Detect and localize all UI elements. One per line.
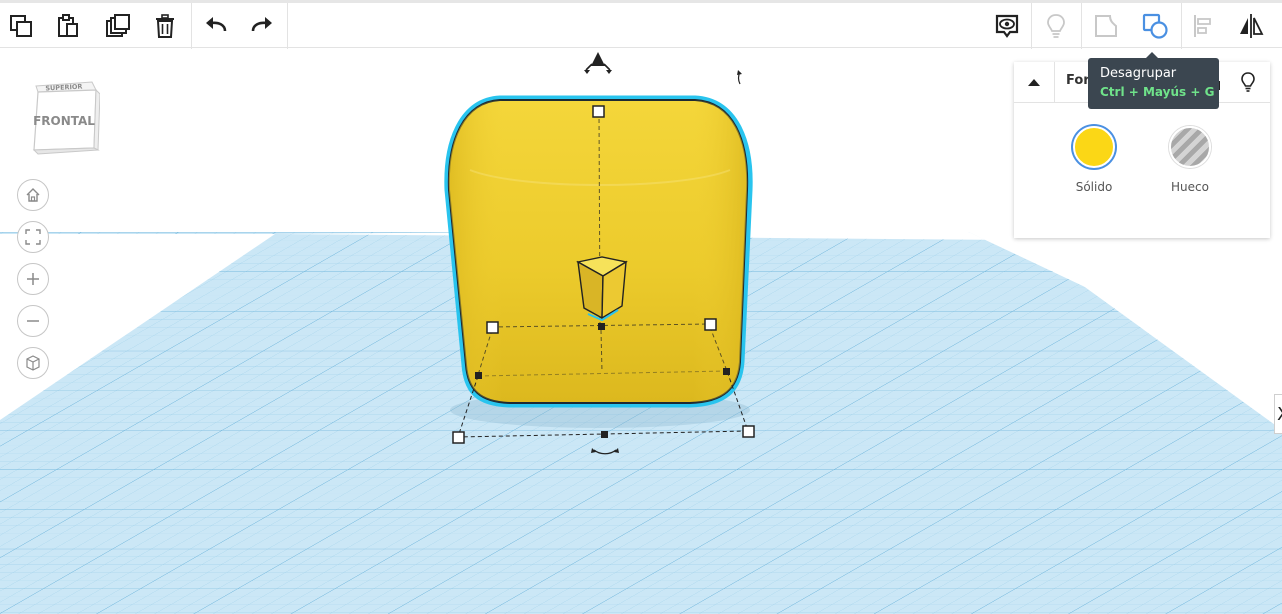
redo-button[interactable] [245,9,279,43]
undo-button[interactable] [199,9,233,43]
edge-handle[interactable] [598,323,605,330]
mirror-icon [1240,14,1264,38]
corner-handle[interactable] [742,425,755,438]
group-button[interactable] [1089,9,1123,43]
home-view-button[interactable] [17,179,49,211]
hide-shape-button[interactable] [1234,68,1262,96]
duplicate-icon [106,14,130,37]
edge-close-label[interactable]: X [1274,394,1282,434]
toolbar-divider [1181,3,1182,49]
fit-view-icon [25,229,41,245]
corner-handle[interactable] [452,431,465,444]
rounded-box-shape[interactable] [444,95,753,408]
zoom-in-button[interactable] [17,263,49,295]
duplicate-button[interactable] [101,9,135,43]
tooltip-shortcut: Ctrl + Mayús + G [1100,85,1215,99]
perspective-icon [26,355,40,371]
notes-eye-icon [995,14,1019,38]
trash-icon [156,14,174,38]
toolbar-divider [1081,3,1082,49]
corner-handle[interactable] [704,318,717,331]
notes-toggle-button[interactable] [990,9,1024,43]
edge-handle[interactable] [475,372,482,379]
light-bulb-icon [1047,14,1065,38]
solid-swatch[interactable] [1073,126,1115,168]
perspective-button[interactable] [17,347,49,379]
fit-view-button[interactable] [17,221,49,253]
redo-icon [251,17,272,32]
toolbar-divider [1031,3,1032,49]
caret-up-icon [1028,79,1040,86]
undo-icon [206,17,227,32]
ungroup-button[interactable] [1138,9,1172,43]
edge-handle[interactable] [723,368,730,375]
copy-icon [10,15,32,37]
hole-label: Hueco [1171,180,1209,194]
hole-swatch[interactable] [1169,126,1211,168]
tooltip-title: Desagrupar [1100,66,1177,81]
delete-button[interactable] [148,9,182,43]
rotate-handle-side[interactable] [737,70,742,85]
light-bulb-icon [1241,72,1255,92]
corner-handle[interactable] [486,321,499,334]
edge-handle[interactable] [601,431,608,438]
align-icon [1194,15,1211,37]
group-icon [1095,15,1117,37]
hole-option[interactable]: Hueco [1160,126,1220,194]
toolbar-divider [191,3,192,49]
view-cube[interactable]: SUPERIOR FRONTAL [30,78,101,156]
align-button[interactable] [1186,9,1220,43]
paste-icon [58,14,78,37]
solid-option[interactable]: Sólido [1064,126,1124,194]
paste-button[interactable] [51,9,85,43]
zoom-out-button[interactable] [17,305,49,337]
panel-collapse-button[interactable] [1014,62,1055,102]
mirror-button[interactable] [1234,9,1268,43]
home-icon [26,188,40,202]
top-height-handle[interactable] [592,105,605,118]
zoom-out-icon [27,320,39,322]
rotate-handle-top[interactable] [584,52,612,74]
copy-button[interactable] [4,9,38,43]
toolbar [0,0,1282,49]
solid-label: Sólido [1075,180,1113,194]
zoom-in-icon [27,273,39,285]
toolbar-divider [287,3,288,49]
ungroup-tooltip: Desagrupar Ctrl + Mayús + G [1088,52,1219,109]
ungroup-icon [1142,13,1168,39]
view-cube-front-label: FRONTAL [33,114,95,128]
light-button[interactable] [1039,9,1073,43]
